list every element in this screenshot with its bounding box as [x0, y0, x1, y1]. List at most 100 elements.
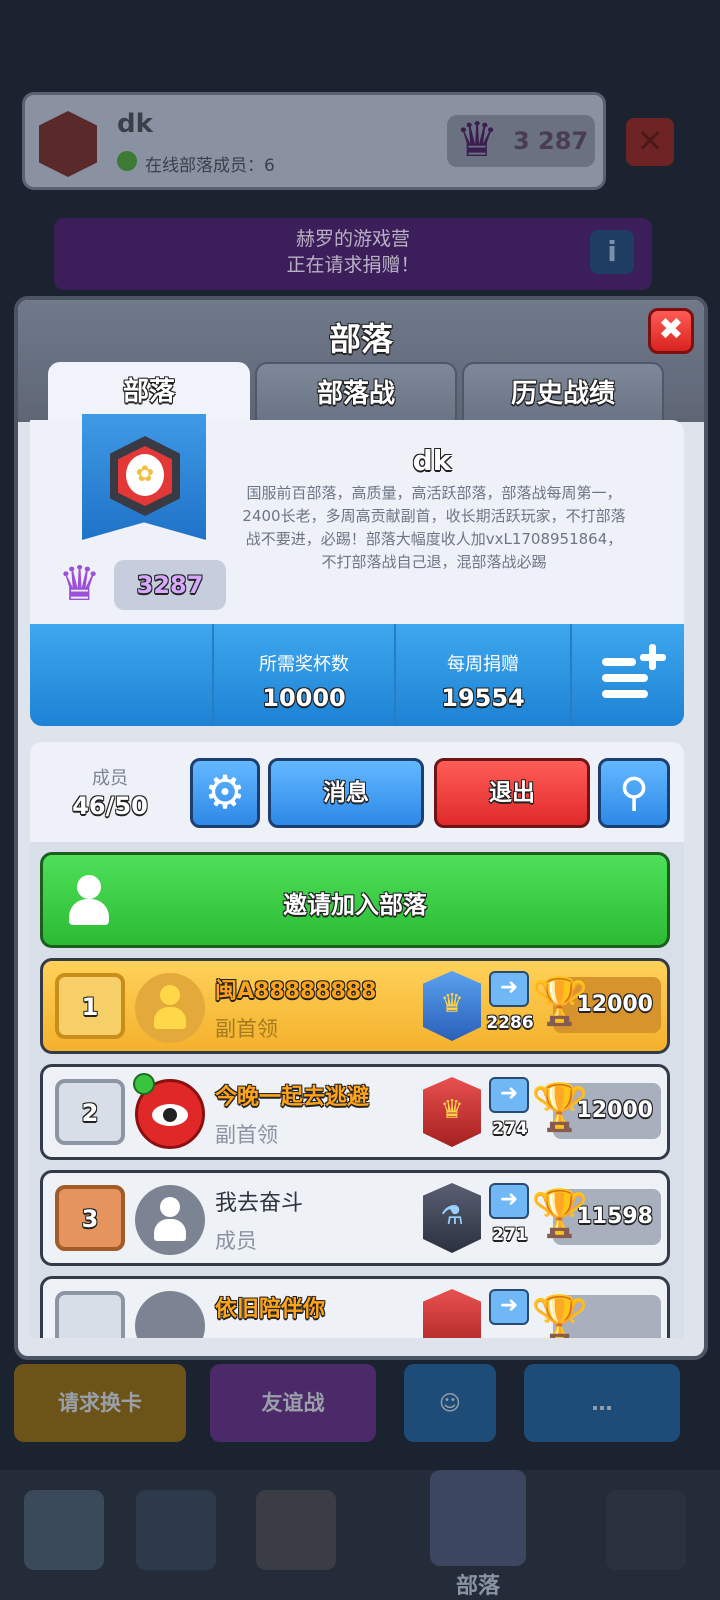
purple-trophy-icon: ♛ [58, 556, 102, 612]
avatar [135, 1185, 205, 1255]
nav-shop-icon [24, 1490, 104, 1570]
background-action-bar: 请求换卡 友谊战 ☺ … [0, 1364, 720, 1444]
clan-stats-bar: 所需奖杯数 10000 每周捐赠 19554 [30, 624, 684, 726]
person-icon [154, 985, 186, 1031]
nav-clan-label: 部落 [456, 1574, 501, 1599]
close-icon: ✖ [658, 312, 684, 347]
player-name: 依旧陪伴你 [215, 1297, 326, 1322]
background-clan-name: dk [117, 109, 153, 139]
trophy-icon: ♛ [455, 112, 499, 168]
request-line-1: 赫罗的游戏营 [295, 228, 410, 250]
request-cards-label: 请求换卡 [58, 1391, 142, 1415]
avatar [135, 973, 205, 1043]
list-bottom-edge [30, 1338, 684, 1356]
clan-name: dk [412, 444, 452, 477]
member-row[interactable]: 1 闽A88888888 副首领 ♛ ➜ 2286 12000 🏆 [40, 958, 670, 1054]
player-role: 副首领 [215, 1123, 278, 1147]
donate-icon: ➜ [489, 1183, 529, 1219]
donation-count: 274 [492, 1119, 528, 1139]
tab-history[interactable]: 历史战绩 [462, 362, 664, 424]
members-toolbar: 成员 46/50 ⚙ 消息 退出 ⚲ [30, 742, 684, 842]
message-button[interactable]: 消息 [268, 758, 424, 828]
donation-count: 271 [492, 1225, 528, 1245]
bottom-navigation: 部落 [0, 1470, 720, 1600]
search-button[interactable]: ⚲ [598, 758, 670, 828]
clan-trophy-count: 3287 [114, 560, 226, 610]
request-cards-button: 请求换卡 [14, 1364, 186, 1442]
leave-button-label: 退出 [489, 780, 535, 806]
sort-add-icon[interactable] [602, 644, 666, 704]
potion-icon: ⚗ [440, 1201, 464, 1231]
close-button[interactable]: ✖ [648, 308, 694, 354]
member-list[interactable]: 邀请加入部落 1 闽A88888888 副首领 ♛ ➜ 2286 12000 🏆… [30, 842, 684, 1356]
eye-icon [152, 1104, 188, 1126]
background-close-icon: ✕ [626, 118, 674, 166]
members-count: 46/50 [72, 792, 148, 820]
message-button-label: 消息 [323, 780, 369, 806]
online-dot-icon [117, 151, 137, 171]
donate-icon: ➜ [489, 1077, 529, 1113]
clan-badge-icon [39, 111, 97, 177]
nav-clan-icon [430, 1470, 526, 1566]
required-trophies-label: 所需奖杯数 [259, 654, 349, 675]
person-icon [154, 1197, 186, 1243]
nav-cards-icon [136, 1490, 216, 1570]
donate-icon: ➜ [489, 971, 529, 1007]
weekly-donations-stat: 每周捐赠 19554 [396, 624, 570, 724]
online-members-text: 在线部落成员：6 [145, 156, 275, 176]
clan-modal: 部落 ✖ 部落 部落战 历史战绩 ✿ ♛ 3287 dk 国服前百部落，高质量，… [14, 296, 708, 1360]
invite-button-label: 邀请加入部落 [283, 891, 427, 919]
trophy-icon: 🏆 [531, 974, 589, 1028]
member-row[interactable]: 3 我去奋斗 成员 ⚗ ➜ 271 11598 🏆 [40, 1170, 670, 1266]
rank-badge: 1 [55, 973, 125, 1039]
request-line-2: 正在请求捐赠！ [286, 254, 420, 276]
nav-events-icon [606, 1490, 686, 1570]
stat-divider [570, 624, 572, 726]
trophy-icon: 🏆 [531, 1186, 589, 1240]
trophy-icon: 🏆 [531, 1080, 589, 1134]
chat-icon: … [524, 1364, 680, 1442]
required-trophies-value: 10000 [262, 684, 346, 712]
league-badge-icon: ♛ [423, 1077, 481, 1147]
player-name: 闽A88888888 [215, 979, 377, 1004]
tab-history-label: 历史战绩 [510, 379, 615, 409]
invite-button[interactable]: 邀请加入部落 [40, 852, 670, 948]
leave-button[interactable]: 退出 [434, 758, 590, 828]
flower-icon: ✿ [126, 454, 164, 496]
emote-icon: ☺ [404, 1364, 496, 1442]
rank-badge: 2 [55, 1079, 125, 1145]
modal-title: 部落 [328, 320, 393, 358]
league-badge-icon: ⚗ [423, 1183, 481, 1253]
search-icon: ⚲ [619, 770, 649, 816]
tab-clan-war-label: 部落战 [316, 379, 395, 409]
crown-icon: ♛ [440, 989, 464, 1019]
members-label: 成员 [92, 768, 128, 789]
weekly-donations-label: 每周捐赠 [447, 654, 519, 675]
settings-button[interactable]: ⚙ [190, 758, 260, 828]
league-badge-icon: ♛ [423, 971, 481, 1041]
info-icon: i [590, 230, 634, 274]
donation-request-banner: 赫罗的游戏营 正在请求捐赠！ i [54, 218, 652, 290]
online-indicator [133, 1073, 155, 1095]
tab-clan-war[interactable]: 部落战 [255, 362, 457, 424]
tab-clan-label: 部落 [122, 377, 175, 407]
member-row[interactable]: 2 今晚一起去逃避 副首领 ♛ ➜ 274 12000 🏆 [40, 1064, 670, 1160]
friendly-battle-button: 友谊战 [210, 1364, 376, 1442]
weekly-donations-value: 19554 [441, 684, 525, 712]
donation-count: 2286 [486, 1013, 534, 1033]
player-name: 我去奋斗 [215, 1191, 304, 1216]
crown-icon: ♛ [440, 1095, 464, 1125]
clan-info-card: ✿ ♛ 3287 dk 国服前百部落，高质量，高活跃部落，部落战每周第一，240… [30, 414, 684, 628]
friendly-battle-label: 友谊战 [261, 1391, 325, 1415]
nav-battle-icon [256, 1490, 336, 1570]
required-trophies-stat: 所需奖杯数 10000 [214, 624, 394, 724]
rank-badge: 3 [55, 1185, 125, 1251]
background-trophy-value: 3 287 [513, 127, 589, 155]
background-clan-header: dk 在线部落成员：6 ♛ 3 287 [22, 92, 606, 190]
donate-icon: ➜ [489, 1289, 529, 1325]
player-name: 今晚一起去逃避 [215, 1085, 370, 1110]
background-trophy-box: ♛ 3 287 [447, 112, 595, 168]
clan-description: 国服前百部落，高质量，高活跃部落，部落战每周第一，2400长老，多周高贡献副首，… [242, 484, 626, 571]
player-role: 副首领 [215, 1017, 278, 1041]
player-role: 成员 [215, 1229, 257, 1253]
